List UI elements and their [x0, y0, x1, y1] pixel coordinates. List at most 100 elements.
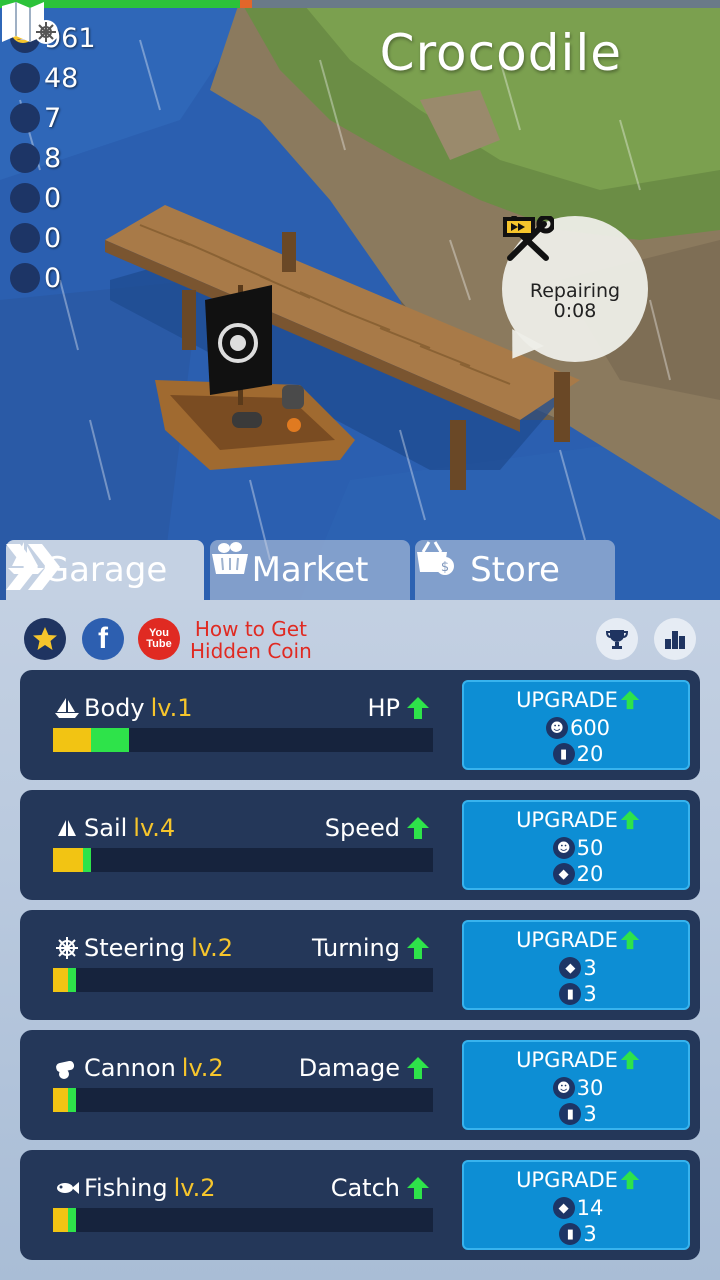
hidden-coin-link[interactable]: How to Get Hidden Coin [190, 618, 312, 662]
resource-silver: 0 [10, 23, 96, 218]
part-name: Steering [84, 934, 186, 962]
stat-name: Damage [298, 1054, 400, 1082]
arrow-up-icon [620, 810, 640, 830]
stat-bar [53, 968, 433, 992]
part-level: lv.4 [133, 814, 176, 842]
upgrade-button[interactable]: UPGRADE ☻ 50 ◆ 20 [462, 800, 690, 890]
upgrade-cost: ☻ 50 [464, 836, 692, 860]
upgrade-title: UPGRADE [464, 1168, 692, 1192]
upgrade-button[interactable]: UPGRADE ☻ 30 ▮ 3 [462, 1040, 690, 1130]
svg-text:$: $ [441, 560, 449, 575]
tab-market[interactable]: Market [210, 540, 410, 600]
part-level: lv.2 [181, 1054, 224, 1082]
stat-label: Catch [331, 1172, 430, 1204]
upgrade-cost: ▮ 20 [464, 742, 692, 766]
upgrade-button[interactable]: UPGRADE ◆ 14 ▮ 3 [462, 1160, 690, 1250]
upgrade-button[interactable]: UPGRADE ☻ 600 ▮ 20 [462, 680, 690, 770]
repair-bubble[interactable]: Repairing 0:08 [502, 216, 648, 362]
video-skip-icon[interactable] [502, 216, 536, 238]
cost-value: 20 [576, 742, 604, 766]
cost-value: 30 [576, 1076, 604, 1100]
stat-name: Catch [330, 1174, 400, 1202]
upgrade-label: UPGRADE [516, 1168, 618, 1192]
stat-bar-gain [91, 728, 129, 752]
upgrade-card-sail: Sail lv.4 Speed UPGRADE ☻ 50 ◆ 20 [20, 790, 700, 900]
arrow-up-icon [620, 690, 640, 710]
cost-value: 50 [576, 836, 604, 860]
stat-bar-gain [68, 968, 76, 992]
youtube-button[interactable]: You Tube [138, 618, 180, 660]
arrow-up-icon [620, 1170, 640, 1190]
resource-wood: 7 [10, 24, 96, 138]
wood-icon: ▮ [559, 983, 582, 1005]
sail-icon [58, 818, 76, 838]
upgrade-label: UPGRADE [516, 688, 618, 712]
rate-star-button[interactable] [24, 618, 66, 660]
part-name: Cannon [84, 1054, 176, 1082]
upgrade-cost: ◆ 14 [464, 1196, 692, 1220]
leaderboard-button[interactable] [654, 618, 696, 660]
part-level: lv.2 [173, 1174, 216, 1202]
upgrade-label: UPGRADE [516, 1048, 618, 1072]
stat-label: Turning [312, 932, 430, 964]
coin-icon: ☻ [545, 717, 568, 739]
part-level: lv.1 [150, 694, 193, 722]
upgrade-card-steering: Steering lv.2 Turning UPGRADE ◆ 3 ▮ 3 [20, 910, 700, 1020]
upgrade-card-body: Body lv.1 HP UPGRADE ☻ 600 ▮ 20 [20, 670, 700, 780]
fish-icon: ◆ [559, 957, 582, 979]
facebook-button[interactable]: f [82, 618, 124, 660]
resource-fish: 48 [10, 26, 96, 98]
game-scene[interactable]: ☻ 961 48 7 8 0 0 0 Crocodile [0, 0, 720, 600]
facebook-icon: f [98, 622, 108, 655]
trophy-button[interactable] [596, 618, 638, 660]
stat-bar-base [53, 1088, 68, 1112]
resource-value: 8 [44, 142, 62, 174]
stat-bar-gain [83, 848, 91, 872]
arrow-up-icon [620, 930, 640, 950]
card-title: Sail lv.4 [54, 812, 175, 844]
fish-icon [10, 26, 40, 93]
cost-value: 20 [576, 862, 604, 886]
upgrade-cost: ◆ 20 [464, 862, 692, 886]
resource-value: 0 [44, 222, 62, 254]
stat-bar-base [53, 968, 68, 992]
card-title: Body lv.1 [54, 692, 193, 724]
card-title: Fishing lv.2 [54, 1172, 215, 1204]
wood-icon: ▮ [552, 743, 575, 765]
upgrade-card-cannon: Cannon lv.2 Damage UPGRADE ☻ 30 ▮ 3 [20, 1030, 700, 1140]
resource-stone: 8 [10, 24, 96, 178]
shop-basket-icon: $ [417, 541, 454, 575]
upgrade-cost: ▮ 3 [464, 1102, 692, 1126]
resource-gem: 0 [10, 24, 96, 298]
fish-icon: ◆ [552, 1197, 575, 1219]
cost-value: 3 [583, 1102, 597, 1126]
upgrade-cost: ☻ 30 [464, 1076, 692, 1100]
double-chevron-right-icon[interactable] [0, 540, 64, 594]
stat-bar [53, 1208, 433, 1232]
stone-icon [10, 24, 40, 173]
card-title: Steering lv.2 [54, 932, 233, 964]
stat-label: Damage [299, 1052, 430, 1084]
garage-panel: f You Tube How to Get Hidden Coin Body l… [0, 600, 720, 1280]
upgrade-button[interactable]: UPGRADE ◆ 3 ▮ 3 [462, 920, 690, 1010]
stat-bar-gain [68, 1208, 76, 1232]
resource-value: 48 [44, 62, 79, 94]
tab-label: Market [251, 550, 369, 590]
tab-label: Store [470, 550, 560, 590]
map-icon[interactable] [0, 0, 60, 46]
stat-name: Turning [312, 934, 400, 962]
upgrade-title: UPGRADE [464, 688, 692, 712]
tab-store[interactable]: $ Store [415, 540, 615, 600]
stat-bar [53, 728, 433, 752]
trophy-icon [605, 630, 629, 649]
star-icon [33, 627, 57, 650]
stat-name: Speed [324, 814, 400, 842]
upgrade-cost: ☻ 600 [464, 716, 692, 740]
basket-icon [212, 542, 248, 574]
resource-list: ☻ 961 48 7 8 0 0 0 [10, 18, 96, 298]
arrow-up-icon [407, 697, 429, 719]
arrow-up-icon [407, 1177, 429, 1199]
youtube-icon-bottom: Tube [146, 638, 172, 650]
leaderboard-icon [665, 631, 685, 649]
tab-bar: Garage Market $ Store [0, 540, 720, 600]
